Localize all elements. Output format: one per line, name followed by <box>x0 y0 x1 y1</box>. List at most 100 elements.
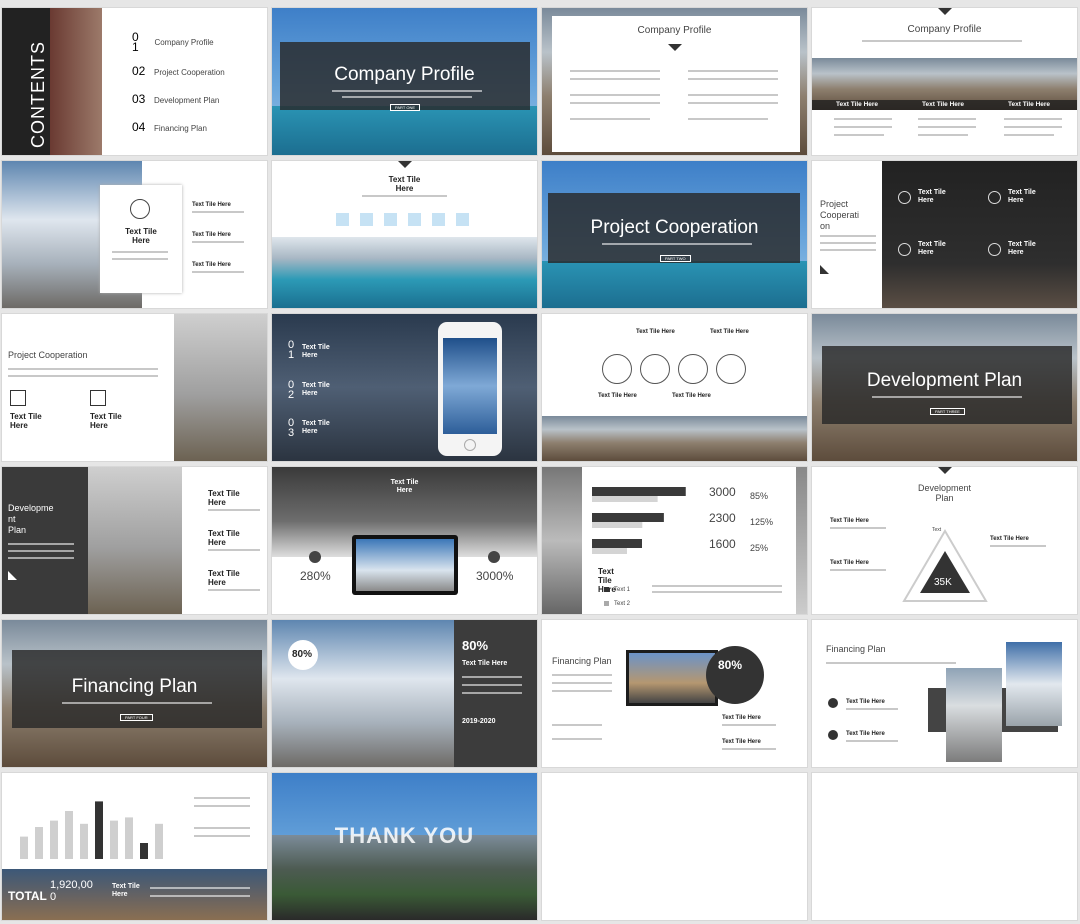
legend-swatch <box>604 587 609 592</box>
legend-swatch <box>604 601 609 606</box>
percent-circle <box>706 646 764 704</box>
empty-slide-slot <box>542 773 807 920</box>
slide-thumb-3[interactable]: Company Profile <box>542 8 807 155</box>
bar <box>95 801 103 859</box>
grid-icon <box>10 390 26 406</box>
bar <box>65 811 73 859</box>
section-title: Financing Plan <box>71 676 198 697</box>
money-icon <box>988 191 1001 204</box>
dark-panel <box>882 161 1077 308</box>
bar <box>20 836 28 859</box>
slide-title: Text Tile Here <box>390 479 419 494</box>
slide-thumb-7[interactable]: Project Cooperation PART TWO <box>542 161 807 308</box>
target-icon <box>898 243 911 256</box>
list-item: Text Tile Here <box>302 344 330 359</box>
arrow-down-icon <box>938 467 952 474</box>
slide-title: Development Plan <box>917 483 972 503</box>
slide-thumb-22[interactable]: THANK YOU <box>272 773 537 920</box>
slide-thumb-14[interactable]: Text Tile Here 280% 3000% <box>272 467 537 614</box>
total-label: TOTAL <box>8 889 47 903</box>
list-item: Text Tile Here <box>192 232 231 238</box>
slide-thumb-8[interactable]: Project Cooperati on Text Tile Here Text… <box>812 161 1077 308</box>
slide-thumb-1[interactable]: CONTENTS 0 1 Company Profile 02 Project C… <box>2 8 267 155</box>
globe-icon <box>988 243 1001 256</box>
item-title: Text Tile Here <box>208 529 240 547</box>
slide-thumb-10[interactable]: 0 1 Text Tile Here 0 2 Text Tile Here 0 … <box>272 314 537 461</box>
center-value: 35K <box>934 577 952 588</box>
triangle-diagram <box>902 529 988 602</box>
bar <box>140 843 148 859</box>
list-item: Text Tile Here <box>192 262 231 268</box>
bar-percent-label: 25% <box>750 543 768 553</box>
bar <box>35 827 43 859</box>
item-title: Text Tile Here <box>208 569 240 587</box>
slide-thumb-4[interactable]: Company Profile Text Tile Here Text Tile… <box>812 8 1077 155</box>
photo <box>1006 642 1062 726</box>
legend-label: Text 1 <box>614 587 631 593</box>
bar-value-label: 3000 <box>709 485 736 499</box>
section-title: Project Cooperation <box>590 217 759 238</box>
bar-secondary <box>592 495 658 502</box>
home-button-icon <box>464 439 476 451</box>
contents-heading: CONTENTS <box>28 41 48 148</box>
slide-thumb-11[interactable]: Text Tile Here Text Tile Here Text Tile … <box>542 314 807 461</box>
hand-icon <box>898 191 911 204</box>
item-title: Text Tile Here <box>112 883 140 898</box>
part-badge: PART TWO <box>660 255 691 262</box>
slide-title: Project Cooperation <box>8 350 88 360</box>
road-photo <box>174 314 267 461</box>
bar <box>125 817 133 859</box>
road-photo <box>542 467 582 614</box>
legend-label: Text 2 <box>614 601 631 607</box>
slide-thumb-2[interactable]: Company Profile PART ONE <box>272 8 537 155</box>
dark-panel <box>2 467 88 614</box>
section-title: Development Plan <box>866 370 1023 391</box>
bar <box>80 823 88 859</box>
slide-thumb-16[interactable]: Development Plan 35K Text Tile Here Text… <box>812 467 1077 614</box>
arrow-up-icon <box>488 551 500 563</box>
slide-thumb-13[interactable]: Developme nt Plan Text Tile Here Text Ti… <box>2 467 267 614</box>
lake-photo <box>542 261 807 308</box>
part-badge: PART ONE <box>390 104 421 111</box>
slide-thumb-12[interactable]: Development Plan PART THREE <box>812 314 1077 461</box>
bar <box>592 513 664 522</box>
slide-thumb-19[interactable]: Financing Plan 80% Text Tile Here Text T… <box>542 620 807 767</box>
slide-thumb-15[interactable]: 300085%2300125%160025% Text Tile Here Te… <box>542 467 807 614</box>
slide-title: Text Tile Here <box>388 175 421 193</box>
flower-icon <box>130 199 150 219</box>
slide-thumb-21[interactable]: TOTAL 1,920,00 0 Text Tile Here <box>2 773 267 920</box>
slide-thumb-20[interactable]: Financing Plan Text Tile Here Text Tile … <box>812 620 1077 767</box>
bar <box>50 820 58 859</box>
list-item[interactable]: 03 Development Plan <box>132 90 219 108</box>
list-item: Text Tile Here <box>302 420 330 435</box>
slide-thumb-17[interactable]: Financing Plan PART FOUR <box>2 620 267 767</box>
list-item[interactable]: 0 1 Company Profile <box>132 31 214 53</box>
bar-value-label: 1600 <box>709 537 736 551</box>
column-label: Text Tile Here <box>1008 101 1051 108</box>
item-title: Text Tile Here <box>90 412 122 430</box>
slide-thumb-18[interactable]: 80% 80% Text Tile Here 2019-2020 <box>272 620 537 767</box>
slide-thumb-9[interactable]: Project Cooperation Text Tile Here Text … <box>2 314 267 461</box>
lake-photo <box>272 237 537 308</box>
bar-percent-label: 85% <box>750 491 768 501</box>
image-icon <box>90 390 106 406</box>
list-item[interactable]: 02 Project Cooperation <box>132 62 225 80</box>
part-badge: PART FOUR <box>120 714 153 721</box>
column-label: Text Tile Here <box>922 101 965 108</box>
slide-thumb-6[interactable]: Text Tile Here <box>272 161 537 308</box>
chart-icon <box>716 354 746 384</box>
slide-thumb-5[interactable]: Text Tile Here Text Tile Here Text Tile … <box>2 161 267 308</box>
arrow-up-icon <box>309 551 321 563</box>
total-value: 1,920,00 0 <box>50 879 93 903</box>
part-badge: PART THREE <box>930 408 965 415</box>
bar <box>155 823 163 859</box>
list-item[interactable]: 04 Financing Plan <box>132 118 207 136</box>
bar <box>110 820 118 859</box>
year-range: 2019-2020 <box>462 718 496 725</box>
chart-icon <box>602 354 632 384</box>
arrow-down-icon <box>668 44 682 51</box>
arrow-down-icon <box>398 161 412 168</box>
stat-left: 280% <box>300 569 331 583</box>
bar-secondary <box>592 521 643 528</box>
cover-photo <box>2 8 102 155</box>
